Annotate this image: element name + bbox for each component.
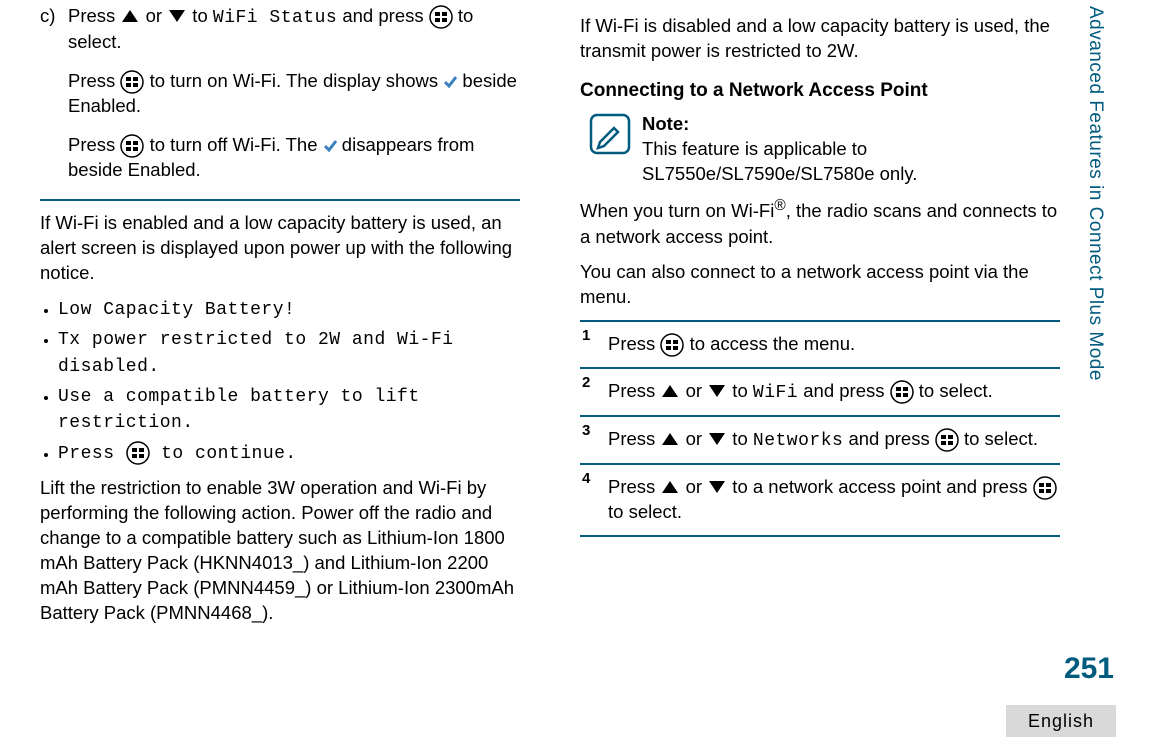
alert-bullets: Low Capacity Battery! Tx power restricte… — [40, 296, 520, 466]
para-lift-restriction: Lift the restriction to enable 3W operat… — [40, 476, 520, 626]
bullet-4: Press to continue. — [58, 440, 520, 466]
para-disabled-2w: If Wi-Fi is disabled and a low capacity … — [580, 14, 1060, 64]
wifi-status-menuitem: WiFi Status — [213, 8, 337, 28]
substep-c-line1: Press or to WiFi Status and press to sel… — [68, 4, 520, 55]
menu-button-icon — [120, 134, 144, 158]
menu-button-icon — [120, 70, 144, 94]
check-icon — [443, 74, 457, 88]
substep-c-line2: Press to turn on Wi-Fi. The display show… — [68, 69, 520, 119]
para-radio-scans: When you turn on Wi-Fi®, the radio scans… — [580, 196, 1060, 249]
substep-c: c) Press or to WiFi Status and press to … — [40, 4, 520, 197]
up-arrow-icon — [660, 479, 680, 495]
sidebar-chapter-title: Advanced Features in Connect Plus Mode — [1082, 6, 1108, 381]
language-tab: English — [1006, 705, 1116, 737]
bullet-1: Low Capacity Battery! — [58, 300, 295, 320]
column-left: c) Press or to WiFi Status and press to … — [40, 0, 520, 751]
step-1: 1 Press to access the menu. — [580, 320, 1060, 367]
substep-c-line3: Press to turn off Wi-Fi. The disappears … — [68, 133, 520, 183]
rule — [40, 199, 520, 201]
note-pencil-icon — [588, 112, 632, 156]
bullet-2: Tx power restricted to 2W and Wi-Fi disa… — [58, 330, 454, 376]
menu-button-icon — [429, 5, 453, 29]
step-3: 3 Press or to Networks and press to sele… — [580, 415, 1060, 463]
wifi-menuitem: WiFi — [753, 383, 798, 403]
up-arrow-icon — [660, 383, 680, 399]
heading-connecting: Connecting to a Network Access Point — [580, 78, 1060, 104]
menu-button-icon — [935, 428, 959, 452]
column-right: If Wi-Fi is disabled and a low capacity … — [580, 0, 1060, 751]
note-title: Note: — [642, 113, 689, 134]
para-low-battery-intro: If Wi-Fi is enabled and a low capacity b… — [40, 211, 520, 286]
note-block: Note: This feature is applicable to SL75… — [588, 112, 1060, 187]
check-icon — [323, 138, 337, 152]
menu-button-icon — [126, 441, 150, 465]
menu-button-icon — [890, 380, 914, 404]
note-body: This feature is applicable to SL7550e/SL… — [642, 138, 917, 184]
up-arrow-icon — [120, 8, 140, 24]
networks-menuitem: Networks — [753, 431, 843, 451]
step-4: 4 Press or to a network access point and… — [580, 463, 1060, 537]
down-arrow-icon — [167, 8, 187, 24]
substep-label: c) — [40, 4, 68, 197]
page-root: c) Press or to WiFi Status and press to … — [0, 0, 1154, 751]
down-arrow-icon — [707, 383, 727, 399]
up-arrow-icon — [660, 431, 680, 447]
page-number: 251 — [1064, 649, 1114, 690]
para-also-connect: You can also connect to a network access… — [580, 260, 1060, 310]
down-arrow-icon — [707, 431, 727, 447]
menu-button-icon — [660, 333, 684, 357]
bullet-3: Use a compatible battery to lift restric… — [58, 387, 420, 433]
procedure-steps: 1 Press to access the menu. 2 Press or t… — [580, 320, 1060, 538]
menu-button-icon — [1033, 476, 1057, 500]
step-2: 2 Press or to WiFi and press to select. — [580, 367, 1060, 415]
down-arrow-icon — [707, 479, 727, 495]
